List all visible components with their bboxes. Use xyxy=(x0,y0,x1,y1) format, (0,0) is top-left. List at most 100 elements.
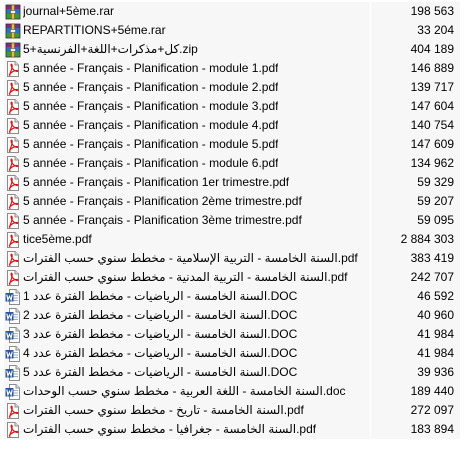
file-name-cell[interactable]: 5 année - Français - Planification 3ème … xyxy=(4,211,370,230)
pdf-file-icon xyxy=(5,60,21,77)
file-size: 404 189 xyxy=(410,42,454,56)
pdf-file-icon xyxy=(5,136,21,153)
file-row[interactable]: السنة الخامسة - التربية الإسلامية - مخطط… xyxy=(0,249,464,268)
file-name-cell[interactable]: 5 année - Français - Planification - mod… xyxy=(4,78,370,97)
rar-archive-icon xyxy=(5,4,21,20)
rar-archive-icon xyxy=(5,23,21,39)
file-row[interactable]: 5 année - Français - Planification 1er t… xyxy=(0,173,464,192)
file-row[interactable]: journal+5ème.rar 198 563 xyxy=(0,2,464,21)
file-row[interactable]: 5 année - Français - Planification 2ème … xyxy=(0,192,464,211)
file-name-cell[interactable]: 5 année - Français - Planification - mod… xyxy=(4,116,370,135)
file-size: 59 095 xyxy=(417,213,454,227)
file-row[interactable]: السنة الخامسة - التربية المدنية - مخطط س… xyxy=(0,268,464,287)
file-size-cell: 134 962 xyxy=(371,154,460,173)
file-name-cell[interactable]: 5 année - Français - Planification 1er t… xyxy=(4,173,370,192)
word-doc-icon xyxy=(5,326,21,343)
file-row[interactable]: السنة الخامسة - الرياضيات - مخطط الفترة … xyxy=(0,344,464,363)
file-name: السنة الخامسة - الرياضيات - مخطط الفترة … xyxy=(23,365,298,379)
file-size-cell: 146 889 xyxy=(371,59,460,78)
file-name-cell[interactable]: 5+كل+مذكرات+اللغة+الفرنسية.zip xyxy=(4,40,370,59)
file-row[interactable]: REPARTITIONS+5éme.rar 33 204 xyxy=(0,21,464,40)
pdf-file-icon xyxy=(5,231,21,248)
file-size: 147 604 xyxy=(410,99,454,113)
file-size: 59 329 xyxy=(417,175,454,189)
file-size-cell: 140 754 xyxy=(371,116,460,135)
file-name: السنة الخامسة - التربية المدنية - مخطط س… xyxy=(23,270,348,284)
file-size: 33 204 xyxy=(417,23,454,37)
file-size-cell: 59 095 xyxy=(371,211,460,230)
file-row[interactable]: 5 année - Français - Planification - mod… xyxy=(0,154,464,173)
file-row[interactable]: tice5ème.pdf 2 884 303 xyxy=(0,230,464,249)
file-row[interactable]: 5 année - Français - Planification - mod… xyxy=(0,59,464,78)
file-row[interactable]: السنة الخامسة - الرياضيات - مخطط الفترة … xyxy=(0,306,464,325)
file-size: 242 707 xyxy=(410,270,454,284)
file-size-cell: 183 894 xyxy=(371,420,460,439)
file-row[interactable]: 5 année - Français - Planification - mod… xyxy=(0,116,464,135)
file-name: 5+كل+مذكرات+اللغة+الفرنسية.zip xyxy=(23,42,198,56)
file-row[interactable]: السنة الخامسة - الرياضيات - مخطط الفترة … xyxy=(0,287,464,306)
file-row[interactable]: 5 année - Français - Planification 3ème … xyxy=(0,211,464,230)
file-row[interactable]: السنة الخامسة - الرياضيات - مخطط الفترة … xyxy=(0,325,464,344)
file-name-cell[interactable]: السنة الخامسة - تاريخ - مخطط سنوي حسب ال… xyxy=(4,401,370,420)
file-size-cell: 46 592 xyxy=(371,287,460,306)
file-row[interactable]: 5+كل+مذكرات+اللغة+الفرنسية.zip 404 189 xyxy=(0,40,464,59)
file-size: 39 936 xyxy=(417,365,454,379)
pdf-file-icon xyxy=(5,250,21,267)
word-doc-icon xyxy=(5,307,21,324)
file-size-cell: 383 419 xyxy=(371,249,460,268)
file-name: 5 année - Français - Planification - mod… xyxy=(23,80,279,94)
file-list: journal+5ème.rar 198 563 REPARTITIONS+5é… xyxy=(0,0,464,451)
file-row[interactable]: 5 année - Français - Planification - mod… xyxy=(0,97,464,116)
pdf-file-icon xyxy=(5,421,21,438)
file-name-cell[interactable]: السنة الخامسة - الرياضيات - مخطط الفترة … xyxy=(4,363,370,382)
file-name-cell[interactable]: السنة الخامسة - التربية المدنية - مخطط س… xyxy=(4,268,370,287)
pdf-file-icon xyxy=(5,117,21,134)
word-doc-icon xyxy=(5,383,21,400)
pdf-file-icon xyxy=(5,155,21,172)
file-name-cell[interactable]: 5 année - Français - Planification - mod… xyxy=(4,97,370,116)
file-name: 5 année - Français - Planification - mod… xyxy=(23,61,279,75)
file-name: tice5ème.pdf xyxy=(23,232,92,246)
file-size-cell: 39 936 xyxy=(371,363,460,382)
file-name-cell[interactable]: السنة الخامسة - التربية الإسلامية - مخطط… xyxy=(4,249,370,268)
file-size: 134 962 xyxy=(410,156,454,170)
word-doc-icon xyxy=(5,288,21,305)
file-row[interactable]: 5 année - Français - Planification - mod… xyxy=(0,78,464,97)
word-doc-icon xyxy=(5,345,21,362)
file-name-cell[interactable]: السنة الخامسة - الرياضيات - مخطط الفترة … xyxy=(4,287,370,306)
file-size-cell: 198 563 xyxy=(371,2,460,21)
file-name-cell[interactable]: السنة الخامسة - جغرافيا - مخطط سنوي حسب … xyxy=(4,420,370,439)
file-name: 5 année - Français - Planification - mod… xyxy=(23,156,279,170)
file-name-cell[interactable]: السنة الخامسة - الرياضيات - مخطط الفترة … xyxy=(4,344,370,363)
file-name: السنة الخامسة - الرياضيات - مخطط الفترة … xyxy=(23,308,298,322)
file-name-cell[interactable]: tice5ème.pdf xyxy=(4,230,370,249)
pdf-file-icon xyxy=(5,193,21,210)
file-row[interactable]: السنة الخامسة - اللغة العربية - مخطط سنو… xyxy=(0,382,464,401)
file-row[interactable]: السنة الخامسة - الرياضيات - مخطط الفترة … xyxy=(0,363,464,382)
file-name: السنة الخامسة - الرياضيات - مخطط الفترة … xyxy=(23,289,298,303)
file-name: السنة الخامسة - الرياضيات - مخطط الفترة … xyxy=(23,327,298,341)
file-name: السنة الخامسة - جغرافيا - مخطط سنوي حسب … xyxy=(23,422,317,436)
file-row[interactable]: السنة الخامسة - جغرافيا - مخطط سنوي حسب … xyxy=(0,420,464,439)
file-size-cell: 242 707 xyxy=(371,268,460,287)
file-name-cell[interactable]: السنة الخامسة - الرياضيات - مخطط الفترة … xyxy=(4,306,370,325)
file-name: السنة الخامسة - تاريخ - مخطط سنوي حسب ال… xyxy=(23,403,304,417)
file-name-cell[interactable]: journal+5ème.rar xyxy=(4,2,370,21)
file-name-cell[interactable]: REPARTITIONS+5éme.rar xyxy=(4,21,370,40)
file-name-cell[interactable]: 5 année - Français - Planification - mod… xyxy=(4,59,370,78)
pdf-file-icon xyxy=(5,98,21,115)
file-size-cell: 272 097 xyxy=(371,401,460,420)
file-row[interactable]: 5 année - Français - Planification - mod… xyxy=(0,135,464,154)
file-name-cell[interactable]: السنة الخامسة - اللغة العربية - مخطط سنو… xyxy=(4,382,370,401)
file-name: 5 année - Français - Planification 3ème … xyxy=(23,213,302,227)
pdf-file-icon xyxy=(5,174,21,191)
file-size-cell: 139 717 xyxy=(371,78,460,97)
file-name-cell[interactable]: 5 année - Français - Planification - mod… xyxy=(4,135,370,154)
file-name-cell[interactable]: 5 année - Français - Planification 2ème … xyxy=(4,192,370,211)
file-size-cell: 41 984 xyxy=(371,325,460,344)
word-doc-icon xyxy=(5,364,21,381)
file-row[interactable]: السنة الخامسة - تاريخ - مخطط سنوي حسب ال… xyxy=(0,401,464,420)
file-name-cell[interactable]: السنة الخامسة - الرياضيات - مخطط الفترة … xyxy=(4,325,370,344)
file-size-cell: 189 440 xyxy=(371,382,460,401)
file-name-cell[interactable]: 5 année - Français - Planification - mod… xyxy=(4,154,370,173)
